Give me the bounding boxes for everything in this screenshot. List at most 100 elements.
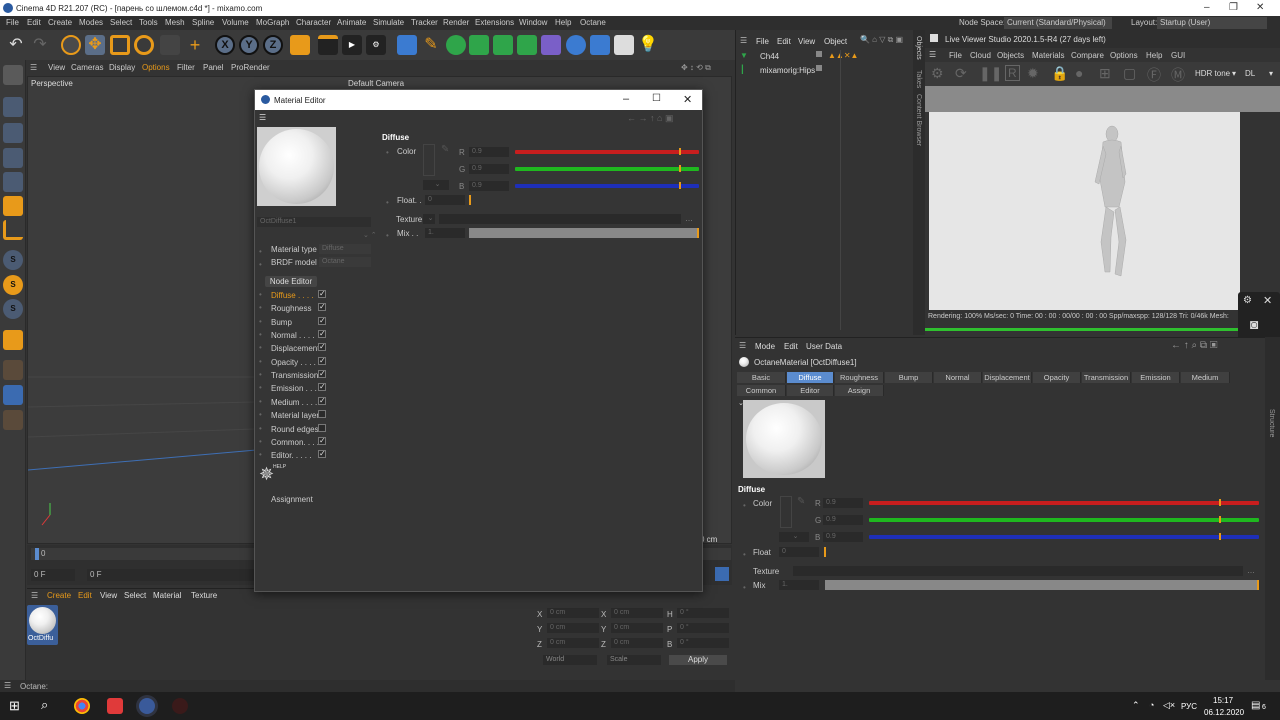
edges-mode-icon[interactable] bbox=[3, 172, 23, 192]
me-channel-row[interactable]: • Material layer bbox=[255, 409, 375, 421]
lv-pause-icon[interactable]: ❚❚ bbox=[979, 65, 1002, 82]
g-slider-knob[interactable] bbox=[1219, 516, 1221, 523]
r-slider-knob[interactable] bbox=[1219, 499, 1221, 506]
matmgr-menu-create[interactable]: Create bbox=[47, 591, 71, 600]
frame-start-field[interactable]: 0 F bbox=[31, 569, 75, 581]
texture-mode-icon[interactable] bbox=[3, 123, 23, 143]
viewport-menu-icon[interactable]: ☰ bbox=[30, 63, 37, 72]
coord-z-size[interactable]: 0 cm bbox=[611, 638, 663, 648]
live-selection-icon[interactable] bbox=[61, 35, 81, 55]
coord-h-rotation[interactable]: 0 ° bbox=[677, 608, 729, 618]
lv-material-icon[interactable]: ● bbox=[1075, 65, 1083, 81]
lv-settings-icon[interactable]: ✹ bbox=[1027, 65, 1039, 82]
overlay-close-icon[interactable]: ✕ bbox=[1263, 294, 1272, 307]
hdr-tone-dropdown[interactable]: HDR tone bbox=[1195, 69, 1230, 78]
lv-menu-compare[interactable]: Compare bbox=[1071, 51, 1104, 60]
apply-button[interactable]: Apply bbox=[669, 655, 727, 665]
matmgr-menu-material[interactable]: Material bbox=[153, 591, 181, 600]
menu-mograph[interactable]: MoGraph bbox=[256, 18, 289, 27]
menu-create[interactable]: Create bbox=[48, 18, 72, 27]
coord-p-rotation[interactable]: 0 ° bbox=[677, 623, 729, 633]
objmgr-menu-file[interactable]: File bbox=[756, 37, 769, 46]
me-channel-checkbox[interactable] bbox=[318, 342, 326, 352]
menu-tools[interactable]: Tools bbox=[139, 18, 158, 27]
search-icon[interactable]: ⌕ bbox=[41, 697, 48, 713]
live-viewer-render[interactable] bbox=[929, 112, 1240, 310]
lv-frame-icon[interactable]: ▢ bbox=[1123, 65, 1136, 82]
me-channel-checkbox[interactable] bbox=[318, 449, 326, 459]
lv-menu-options[interactable]: Options bbox=[1110, 51, 1138, 60]
kernel-dropdown[interactable]: DL bbox=[1245, 69, 1255, 78]
viewport-menu-options[interactable]: Options bbox=[142, 63, 170, 72]
me-channel-checkbox[interactable] bbox=[318, 396, 326, 405]
menu-tracker[interactable]: Tracker bbox=[411, 18, 438, 27]
menu-octane[interactable]: Octane bbox=[580, 18, 606, 27]
coord-x-position[interactable]: 0 cm bbox=[547, 608, 599, 618]
notifications-icon[interactable]: ▤ bbox=[1251, 700, 1260, 711]
viewport-menu-cameras[interactable]: Cameras bbox=[71, 63, 103, 72]
me-color-mode-dropdown[interactable]: ⌄ bbox=[423, 180, 449, 190]
me-channel-row[interactable]: • Medium . . . . bbox=[255, 396, 375, 408]
me-texture-arrow[interactable]: ⌄ bbox=[423, 214, 435, 224]
me-channel-row[interactable]: • Round edges bbox=[255, 423, 375, 435]
tab-diffuse[interactable]: Diffuse bbox=[787, 372, 834, 383]
me-material-type-dropdown[interactable]: Diffuse bbox=[319, 244, 371, 254]
generator-icon[interactable] bbox=[469, 35, 489, 55]
cube-icon[interactable] bbox=[397, 35, 417, 55]
b-value-field[interactable]: 0.9 bbox=[823, 532, 863, 542]
screenshot-camera-icon[interactable]: ◙ bbox=[1250, 316, 1258, 332]
tab-assign[interactable]: Assign bbox=[835, 385, 884, 396]
me-channel-row[interactable]: • Diffuse . . . . bbox=[255, 289, 375, 301]
me-channel-checkbox[interactable] bbox=[318, 436, 326, 445]
hdr-tone-arrow-icon[interactable]: ▾ bbox=[1232, 69, 1236, 78]
me-channel-row[interactable]: • Roughness bbox=[255, 302, 375, 314]
menu-render[interactable]: Render bbox=[443, 18, 469, 27]
camera-icon[interactable] bbox=[614, 35, 634, 55]
polygons-mode-icon[interactable] bbox=[3, 196, 23, 216]
chrome-icon[interactable] bbox=[74, 698, 90, 714]
menu-animate[interactable]: Animate bbox=[337, 18, 366, 27]
frame-current-field[interactable]: 0 F bbox=[87, 569, 257, 581]
me-float-slider[interactable] bbox=[469, 195, 471, 205]
tag-icons[interactable]: ▲▲✕▲ bbox=[828, 51, 858, 60]
render-to-picture-viewer-icon[interactable]: ▶ bbox=[342, 35, 362, 55]
me-brdf-dropdown[interactable]: Octane bbox=[319, 257, 371, 267]
render-view-icon[interactable] bbox=[318, 35, 338, 55]
me-channel-row[interactable]: • Normal . . . . bbox=[255, 329, 375, 341]
me-g-value-field[interactable]: 0.9 bbox=[469, 164, 509, 174]
material-thumbnail[interactable]: OctDiffu bbox=[27, 605, 58, 645]
me-b-slider[interactable] bbox=[515, 184, 699, 188]
me-eyedropper-icon[interactable]: ✎ bbox=[441, 144, 449, 155]
x-axis-lock-icon[interactable]: X bbox=[215, 35, 235, 55]
matmgr-menu-select[interactable]: Select bbox=[124, 591, 146, 600]
volume-icon[interactable]: ◁× bbox=[1163, 700, 1175, 711]
scale-dropdown[interactable]: Scale bbox=[607, 655, 661, 665]
me-g-slider-knob[interactable] bbox=[679, 165, 681, 172]
menu-mesh[interactable]: Mesh bbox=[165, 18, 185, 27]
matmgr-menu-view[interactable]: View bbox=[100, 591, 117, 600]
me-menu-icon[interactable]: ☰ bbox=[259, 113, 266, 122]
lv-restart-icon[interactable]: ⟳ bbox=[955, 65, 967, 82]
viewport-nav-icons[interactable]: ✥ ↕ ⟲ ⧉ bbox=[681, 63, 711, 73]
lv-menu-gui[interactable]: GUI bbox=[1171, 51, 1185, 60]
r-value-field[interactable]: 0.9 bbox=[823, 498, 863, 508]
coord-y-position[interactable]: 0 cm bbox=[547, 623, 599, 633]
menu-extensions[interactable]: Extensions bbox=[475, 18, 514, 27]
world-axis-icon[interactable]: + bbox=[185, 35, 205, 55]
menu-window[interactable]: Window bbox=[519, 18, 547, 27]
objmgr-menu-edit[interactable]: Edit bbox=[777, 37, 791, 46]
me-mix-field[interactable]: 1. bbox=[425, 228, 465, 238]
attr-color-swatch[interactable] bbox=[780, 496, 792, 528]
tab-basic[interactable]: Basic bbox=[737, 372, 786, 383]
b-slider[interactable] bbox=[869, 535, 1259, 539]
menu-edit[interactable]: Edit bbox=[27, 18, 41, 27]
object-row[interactable]: ┃ mixamorig:Hips bbox=[736, 64, 914, 76]
z-axis-lock-icon[interactable]: Z bbox=[263, 35, 283, 55]
deformer-icon[interactable] bbox=[541, 35, 561, 55]
attr-menu-edit[interactable]: Edit bbox=[784, 342, 798, 351]
tab-editor[interactable]: Editor bbox=[787, 385, 834, 396]
me-mix-slider[interactable] bbox=[469, 228, 699, 238]
coord-y-size[interactable]: 0 cm bbox=[611, 623, 663, 633]
visibility-dot[interactable] bbox=[816, 65, 822, 71]
snap-icon[interactable]: S bbox=[3, 250, 23, 270]
